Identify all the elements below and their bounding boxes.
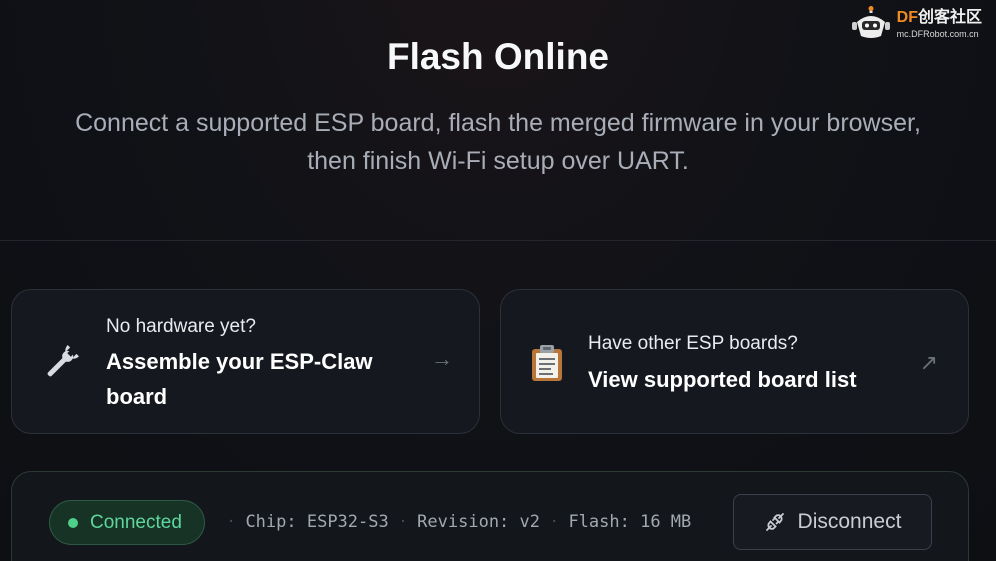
watermark-brand: DF创客社区 <box>896 8 982 26</box>
assemble-board-card[interactable]: No hardware yet? Assemble your ESP-Claw … <box>11 289 480 434</box>
flash-info: Flash: 16 MB <box>568 512 692 532</box>
meta-separator: · <box>227 514 236 530</box>
disconnect-label: Disconnect <box>797 510 902 533</box>
page-subtitle: Connect a supported ESP board, flash the… <box>75 109 921 175</box>
device-info: · Chip: ESP32-S3 · Revision: v2 · Flash:… <box>217 512 691 532</box>
status-dot-icon <box>68 517 78 528</box>
boards-card-heading[interactable]: View supported board list <box>588 362 908 397</box>
boards-card-kicker: Have other ESP boards? <box>588 333 798 354</box>
connection-status-label: Connected <box>90 511 182 533</box>
arrow-right-icon: → <box>431 346 453 371</box>
chip-info: Chip: ESP32-S3 <box>245 512 389 532</box>
page-title: Flash Online <box>386 36 610 77</box>
connection-status-badge: Connected <box>49 500 205 545</box>
device-status-panel: Connected · Chip: ESP32-S3 · Revision: v… <box>11 471 969 561</box>
meta-separator: · <box>550 514 559 530</box>
clipboard-icon <box>532 345 562 381</box>
supported-boards-card[interactable]: Have other ESP boards? View supported bo… <box>500 289 969 434</box>
section-divider <box>0 240 996 241</box>
revision-info: Revision: v2 <box>417 512 540 532</box>
meta-separator: · <box>398 514 408 530</box>
wrench-icon <box>47 345 79 377</box>
assemble-card-heading[interactable]: Assemble your ESP-Claw board <box>106 344 406 414</box>
assemble-card-kicker: No hardware yet? <box>106 316 256 337</box>
flash-online-page: DF创客社区 mc.DFRobot.com.cn Flash Online Co… <box>0 0 996 561</box>
plug-icon <box>765 513 784 531</box>
arrow-up-right-icon: ↗ <box>919 350 938 375</box>
disconnect-button[interactable]: Disconnect <box>733 494 932 550</box>
